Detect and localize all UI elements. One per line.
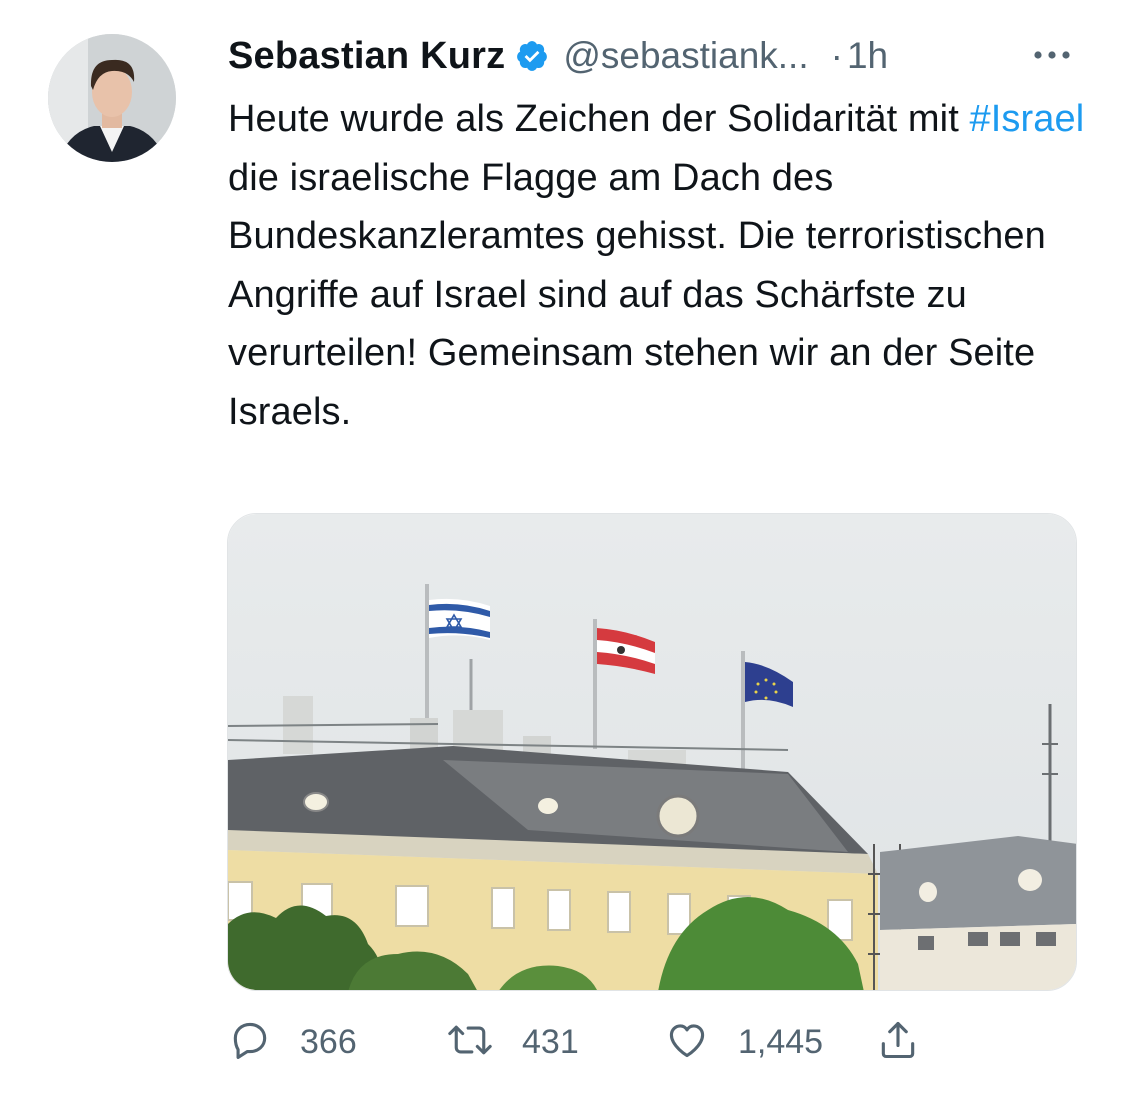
tweet-text-part: Heute wurde als Zeichen der Solidarität …	[228, 98, 970, 140]
tweet-text: Heute wurde als Zeichen der Solidarität …	[228, 90, 1098, 441]
more-options-icon[interactable]	[1030, 40, 1074, 70]
verified-badge-icon	[515, 39, 549, 73]
tweet-actions: 366 431 1,445	[228, 1010, 1088, 1074]
retweet-button[interactable]: 431	[446, 1010, 579, 1074]
heart-icon	[664, 1018, 710, 1067]
reply-icon	[228, 1018, 272, 1067]
reply-count: 366	[300, 1022, 357, 1061]
share-icon	[876, 1017, 920, 1068]
like-button[interactable]: 1,445	[664, 1010, 823, 1074]
hashtag-link[interactable]: #Israel	[970, 98, 1085, 140]
like-count: 1,445	[738, 1022, 824, 1061]
retweet-icon	[446, 1018, 494, 1067]
avatar[interactable]	[48, 34, 176, 162]
reply-button[interactable]: 366	[228, 1010, 357, 1074]
display-name[interactable]: Sebastian Kurz	[228, 35, 505, 78]
retweet-count: 431	[522, 1022, 579, 1061]
tweet-text-part: die israelische Flagge am Dach des Bunde…	[228, 156, 1046, 433]
user-handle[interactable]: @sebastiank...	[563, 35, 808, 77]
share-button[interactable]	[876, 1010, 920, 1074]
separator-dot: ·	[830, 35, 843, 76]
tweet-header: Sebastian Kurz @sebastiank... · 1h	[228, 28, 1088, 84]
tweet-photo[interactable]	[227, 513, 1077, 991]
tweet-timestamp[interactable]: 1h	[847, 35, 888, 77]
